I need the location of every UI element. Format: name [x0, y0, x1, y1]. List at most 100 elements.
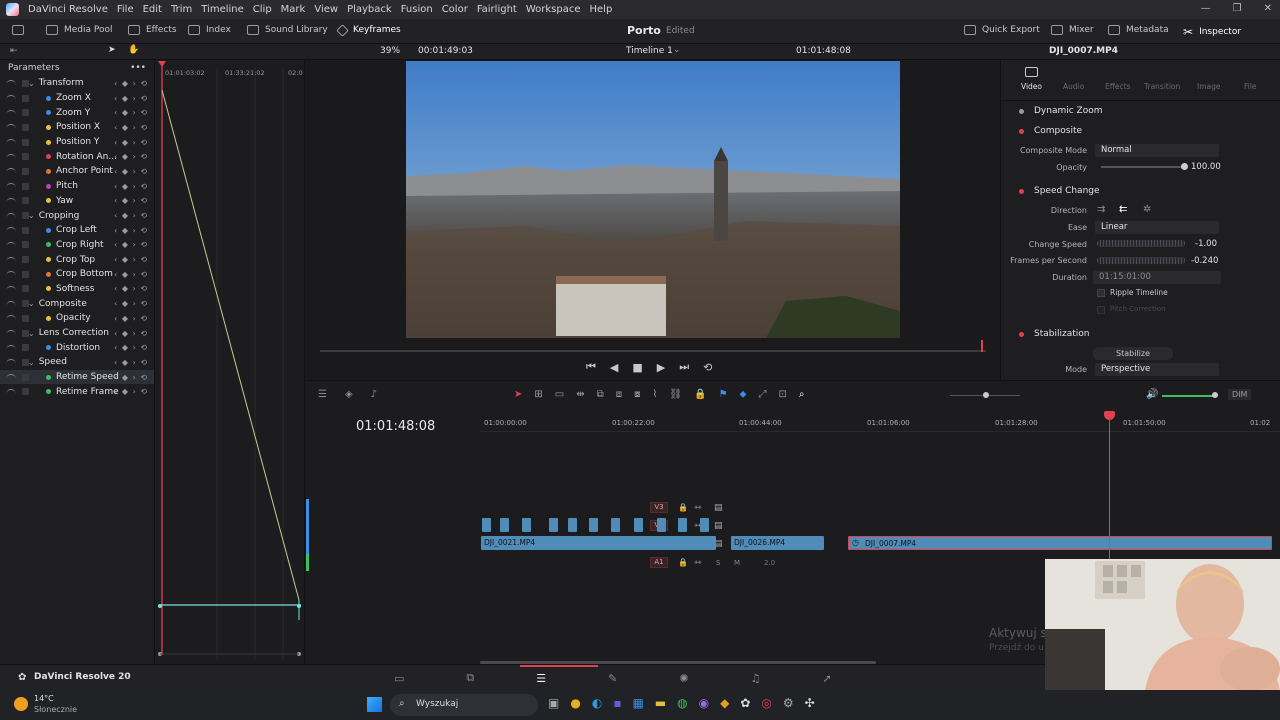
- solo-button[interactable]: S: [716, 559, 720, 567]
- menu-playback[interactable]: Playback: [347, 4, 392, 15]
- visibility-checkbox[interactable]: [22, 79, 29, 87]
- section-toggle-icon[interactable]: [1019, 128, 1024, 134]
- menu-view[interactable]: View: [314, 4, 338, 15]
- trim-tool-icon[interactable]: ⊞: [534, 389, 542, 400]
- v1-clip-selected[interactable]: DJI_0007.MP4: [848, 536, 1272, 550]
- visibility-checkbox[interactable]: [22, 167, 29, 175]
- volume-handle[interactable]: [1212, 392, 1218, 398]
- keyframe-nav-icon[interactable]: ‹ ◆ › ⟲: [114, 182, 148, 191]
- param-group-row[interactable]: ⌄ Lens Correction ‹ ◆ › ⟲: [0, 326, 154, 341]
- v1-clip[interactable]: DJI_0026.MP4: [731, 536, 824, 550]
- param-group-row[interactable]: ⌄ Transform ‹ ◆ › ⟲: [0, 76, 154, 91]
- pitch-correction-checkbox[interactable]: [1097, 306, 1105, 314]
- settings-icon[interactable]: ⚙: [783, 696, 794, 710]
- keyframes-button[interactable]: Keyframes: [336, 23, 401, 37]
- visibility-checkbox[interactable]: [22, 300, 29, 308]
- selection-tool-icon[interactable]: ➤: [514, 389, 522, 400]
- effects-button[interactable]: Effects: [128, 25, 177, 35]
- lock-icon[interactable]: 🔒: [678, 558, 688, 567]
- menu-file[interactable]: File: [117, 4, 134, 15]
- visibility-checkbox[interactable]: [22, 285, 29, 293]
- keyframe-nav-icon[interactable]: ‹ ◆ › ⟲: [114, 240, 148, 249]
- param-row[interactable]: Anchor Point ‹ ◆ › ⟲: [0, 164, 154, 179]
- keyframe-nav-icon[interactable]: ‹ ◆ › ⟲: [114, 226, 148, 235]
- keyframe-nav-icon[interactable]: ‹ ◆ › ⟲: [114, 387, 148, 396]
- curve-toggle-icon[interactable]: [6, 139, 16, 145]
- visibility-checkbox[interactable]: [22, 94, 29, 102]
- hand-tool-icon[interactable]: ✋: [128, 45, 139, 55]
- keyframe-nav-icon[interactable]: ‹ ◆ › ⟲: [114, 284, 148, 293]
- param-group-row[interactable]: ⌄ Speed ‹ ◆ › ⟲: [0, 355, 154, 370]
- visibility-checkbox[interactable]: [22, 358, 29, 366]
- section-toggle-icon[interactable]: [1019, 188, 1024, 194]
- edge-icon[interactable]: ◐: [592, 696, 602, 710]
- auto-select-icon[interactable]: ⇿: [694, 558, 702, 568]
- track-enable-icon[interactable]: ▤: [714, 521, 723, 531]
- visibility-checkbox[interactable]: [22, 256, 29, 264]
- media-page-icon[interactable]: ▭: [394, 672, 404, 685]
- metadata-button[interactable]: Metadata: [1108, 25, 1169, 35]
- keyframe-nav-icon[interactable]: ‹ ◆ › ⟲: [114, 196, 148, 205]
- param-row[interactable]: Retime Frame ‹ ◆ › ⟲: [0, 384, 154, 399]
- menu-fusion[interactable]: Fusion: [401, 4, 433, 15]
- visibility-checkbox[interactable]: [22, 241, 29, 249]
- chevron-down-icon[interactable]: ⌄: [28, 211, 35, 220]
- param-row[interactable]: Retime Speed ‹ ◆ › ⟲: [0, 369, 154, 385]
- curve-toggle-icon[interactable]: [6, 359, 16, 365]
- snapping-icon[interactable]: ◈: [345, 389, 353, 400]
- keyframe-nav-icon[interactable]: ‹ ◆ › ⟲: [114, 329, 148, 338]
- zoom-detail-icon[interactable]: ⊡: [779, 389, 787, 400]
- weather-icon[interactable]: [14, 697, 28, 711]
- param-row[interactable]: Zoom Y ‹ ◆ › ⟲: [0, 105, 154, 120]
- task-view-icon[interactable]: ▣: [548, 696, 559, 710]
- ripple-checkbox[interactable]: [1097, 289, 1105, 297]
- chevron-down-icon[interactable]: ⌄: [28, 358, 35, 367]
- tab-audio[interactable]: Audio: [1063, 82, 1084, 91]
- tab-effects[interactable]: Effects: [1105, 82, 1131, 91]
- color-page-icon[interactable]: ✺: [679, 672, 688, 685]
- stabilize-button[interactable]: Stabilize: [1093, 347, 1173, 360]
- tab-transition[interactable]: Transition: [1144, 82, 1180, 91]
- chevron-down-icon[interactable]: ⌄: [28, 299, 35, 308]
- cut-page-icon[interactable]: ⧉: [466, 671, 474, 685]
- curve-toggle-icon[interactable]: [6, 95, 16, 101]
- fps-slider[interactable]: [1097, 257, 1185, 264]
- param-row[interactable]: Zoom X ‹ ◆ › ⟲: [0, 91, 154, 106]
- inspector-button[interactable]: ✂ Inspector: [1183, 25, 1241, 39]
- freeze-icon[interactable]: ✲: [1143, 204, 1151, 215]
- stop-icon[interactable]: ■: [632, 361, 642, 374]
- sidebar-toggle-icon[interactable]: ⇤: [10, 46, 18, 56]
- edit-page-icon[interactable]: ☰: [536, 672, 546, 685]
- lock-icon[interactable]: 🔒: [678, 503, 688, 512]
- zoom-level[interactable]: 39%: [380, 46, 400, 56]
- keyframe-nav-icon[interactable]: ‹ ◆ › ⟲: [114, 299, 148, 308]
- windows-start-icon[interactable]: [367, 697, 382, 712]
- menu-workspace[interactable]: Workspace: [526, 4, 581, 15]
- visibility-checkbox[interactable]: [22, 270, 29, 278]
- track-label[interactable]: A1: [650, 557, 668, 568]
- step-back-icon[interactable]: ◀: [610, 361, 618, 374]
- visibility-checkbox[interactable]: [22, 109, 29, 117]
- marker-icon[interactable]: ⬥: [740, 389, 747, 400]
- scrubber-playhead[interactable]: [981, 340, 983, 352]
- maximize-icon[interactable]: ❐: [1233, 3, 1242, 14]
- visibility-checkbox[interactable]: [22, 182, 29, 190]
- visibility-checkbox[interactable]: [22, 153, 29, 161]
- taskbar-search[interactable]: ⌕ Wyszukaj: [390, 694, 538, 716]
- mute-button[interactable]: M: [734, 559, 740, 567]
- replace-clip-icon[interactable]: ⧇: [634, 389, 640, 400]
- timeline-zoom-handle[interactable]: [983, 392, 989, 398]
- zoom-full-icon[interactable]: ⤢: [759, 389, 767, 400]
- overwrite-clip-icon[interactable]: ⧈: [616, 389, 622, 400]
- keyframe-nav-icon[interactable]: ‹ ◆ › ⟲: [114, 255, 148, 264]
- param-row[interactable]: Rotation An... ‹ ◆ › ⟲: [0, 149, 154, 164]
- param-row[interactable]: Pitch ‹ ◆ › ⟲: [0, 179, 154, 194]
- keyframe-nav-icon[interactable]: ‹ ◆ › ⟲: [114, 343, 148, 352]
- v2-clip[interactable]: [482, 518, 491, 532]
- menu-help[interactable]: Help: [590, 4, 613, 15]
- volume-slider[interactable]: [1162, 395, 1214, 397]
- stabilization-mode-dropdown[interactable]: Perspective: [1095, 363, 1219, 376]
- minimize-icon[interactable]: —: [1201, 3, 1211, 14]
- tab-file[interactable]: File: [1244, 82, 1257, 91]
- deliver-page-icon[interactable]: ➚: [822, 672, 831, 685]
